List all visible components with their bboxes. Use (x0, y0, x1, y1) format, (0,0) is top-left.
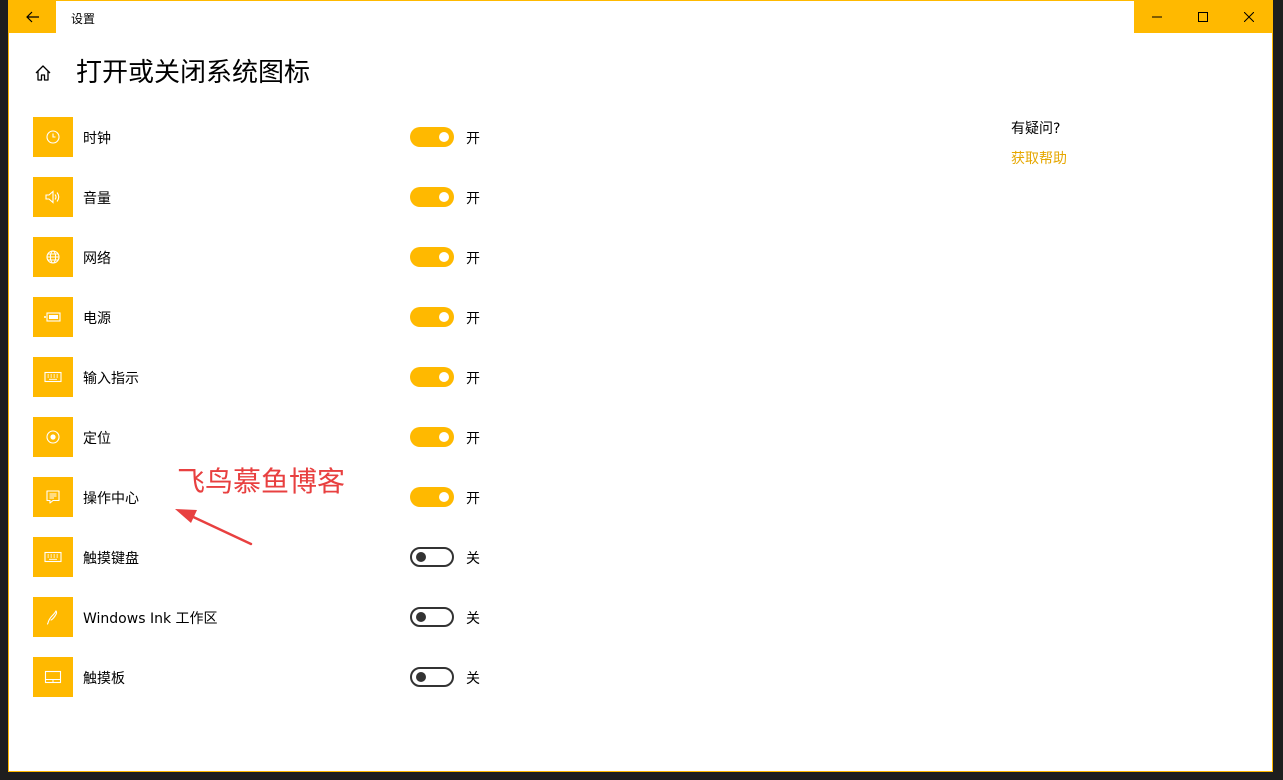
toggle-knob (416, 552, 426, 562)
minimize-icon (1152, 12, 1162, 22)
list-item-network: 网络 开 (33, 237, 493, 277)
window-title: 设置 (71, 12, 96, 26)
toggle-knob (439, 372, 449, 382)
clock-toggle[interactable] (410, 127, 454, 147)
toggle-knob (439, 252, 449, 262)
toggle-state: 开 (466, 191, 480, 207)
touchpad-toggle[interactable] (410, 667, 454, 687)
input-indicator-toggle[interactable] (410, 367, 454, 387)
toggle-knob (416, 612, 426, 622)
get-help-link[interactable]: 获取帮助 (1011, 148, 1067, 168)
maximize-icon (1198, 12, 1208, 22)
action-center-toggle[interactable] (410, 487, 454, 507)
maximize-button[interactable] (1180, 1, 1226, 33)
item-label: 定位 (83, 431, 111, 447)
item-label: 网络 (83, 251, 111, 267)
list-item-windows-ink: Windows Ink 工作区 关 (33, 597, 493, 637)
keyboard-icon (44, 551, 62, 563)
background-left (0, 0, 8, 780)
list-item-input-indicator: 输入指示 开 (33, 357, 493, 397)
item-label: Windows Ink 工作区 (83, 611, 218, 627)
toggle-state: 开 (466, 431, 480, 447)
settings-window: 设置 打开或关闭系统图标 时钟 开 音量 开 网络 开 电源 开 输入指示 开 … (8, 0, 1273, 772)
toggle-state: 开 (466, 371, 480, 387)
toggle-state: 关 (466, 611, 480, 627)
background-bottom (0, 772, 1283, 780)
action-center-icon (45, 489, 61, 505)
toggle-state: 关 (466, 551, 480, 567)
item-label: 电源 (83, 311, 111, 327)
power-toggle[interactable] (410, 307, 454, 327)
location-icon (45, 429, 61, 445)
help-panel: 有疑问? 获取帮助 (1011, 118, 1067, 168)
keyboard-icon (44, 371, 62, 383)
home-icon[interactable] (31, 61, 55, 85)
toggle-knob (439, 432, 449, 442)
toggle-state: 关 (466, 671, 480, 687)
arrow-left-icon (25, 11, 40, 23)
page-title: 打开或关闭系统图标 (76, 58, 311, 88)
toggle-knob (416, 672, 426, 682)
watermark-text: 飞鸟慕鱼博客 (177, 465, 346, 498)
network-toggle[interactable] (410, 247, 454, 267)
windows-ink-toggle[interactable] (410, 607, 454, 627)
list-item-volume: 音量 开 (33, 177, 493, 217)
list-item-power: 电源 开 (33, 297, 493, 337)
touchpad-icon (44, 670, 62, 684)
toggle-state: 开 (466, 131, 480, 147)
touch-keyboard-toggle[interactable] (410, 547, 454, 567)
help-question: 有疑问? (1011, 121, 1061, 137)
toggle-state: 开 (466, 491, 480, 507)
item-label: 时钟 (83, 131, 111, 147)
toggle-state: 开 (466, 251, 480, 267)
toggle-knob (439, 132, 449, 142)
volume-icon (44, 189, 62, 205)
item-label: 操作中心 (83, 491, 139, 507)
title-bar: 设置 (9, 1, 1272, 33)
minimize-button[interactable] (1134, 1, 1180, 33)
item-label: 触摸键盘 (83, 551, 139, 567)
globe-icon (45, 249, 61, 265)
close-button[interactable] (1226, 1, 1272, 33)
annotation-arrow-icon (169, 501, 259, 547)
window-controls (1134, 1, 1272, 33)
battery-icon (44, 311, 62, 323)
list-item-touch-keyboard: 触摸键盘 关 (33, 537, 493, 577)
clock-icon (45, 129, 61, 145)
toggle-knob (439, 192, 449, 202)
list-item-clock: 时钟 开 (33, 117, 493, 157)
toggle-state: 开 (466, 311, 480, 327)
toggle-knob (439, 492, 449, 502)
close-icon (1244, 12, 1254, 22)
volume-toggle[interactable] (410, 187, 454, 207)
list-item-location: 定位 开 (33, 417, 493, 457)
page-header: 打开或关闭系统图标 (31, 55, 310, 91)
list-item-touchpad: 触摸板 关 (33, 657, 493, 697)
system-icons-list: 时钟 开 音量 开 网络 开 电源 开 输入指示 开 定位 开 操作中心 开 触… (33, 117, 493, 717)
location-toggle[interactable] (410, 427, 454, 447)
toggle-knob (439, 312, 449, 322)
item-label: 音量 (83, 191, 111, 207)
pen-icon (45, 609, 61, 625)
back-button[interactable] (9, 1, 56, 33)
item-label: 触摸板 (83, 671, 125, 687)
item-label: 输入指示 (83, 371, 139, 387)
